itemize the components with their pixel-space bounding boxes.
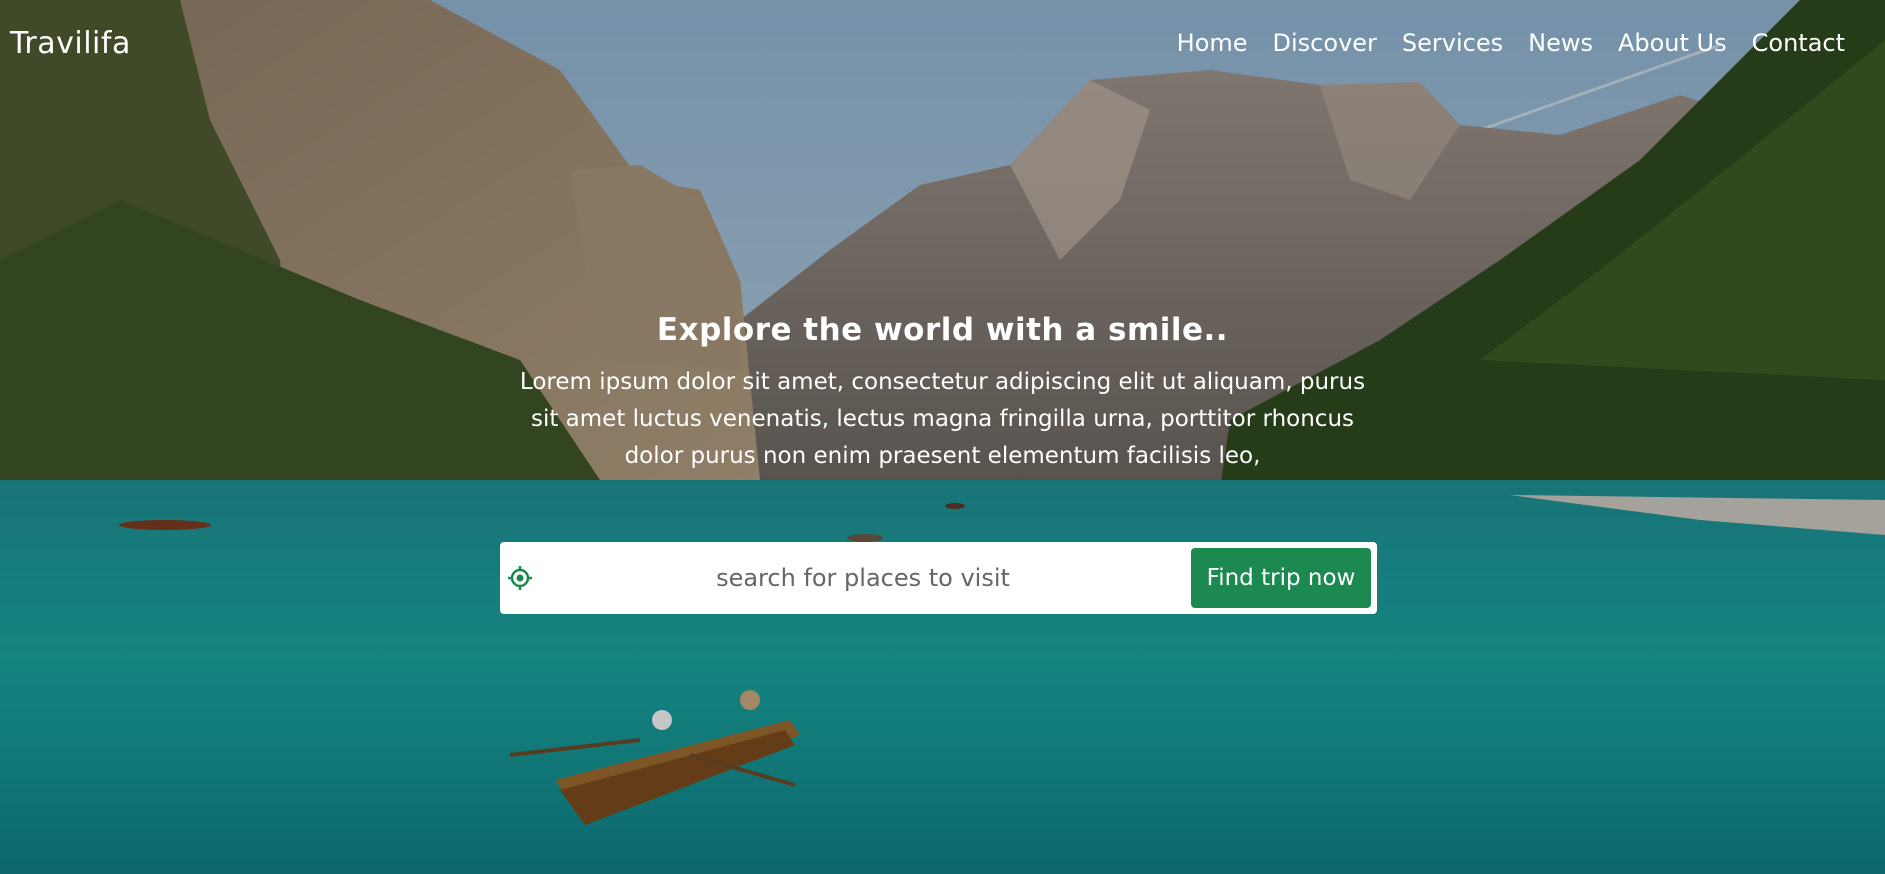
top-navbar: Travilifa Home Discover Services News Ab…	[0, 0, 1885, 86]
nav-services[interactable]: Services	[1402, 29, 1503, 57]
nav-news[interactable]: News	[1528, 29, 1593, 57]
trip-search-bar: Find trip now	[500, 542, 1377, 614]
hero-content: Explore the world with a smile.. Lorem i…	[0, 312, 1885, 475]
main-nav: Home Discover Services News About Us Con…	[1177, 29, 1875, 57]
find-trip-button[interactable]: Find trip now	[1191, 548, 1371, 608]
nav-contact[interactable]: Contact	[1752, 29, 1845, 57]
nav-home[interactable]: Home	[1177, 29, 1248, 57]
nav-discover[interactable]: Discover	[1273, 29, 1377, 57]
location-crosshair-icon[interactable]	[505, 563, 535, 593]
brand-logo[interactable]: Travilifa	[10, 26, 131, 61]
hero-title: Explore the world with a smile..	[656, 312, 1229, 348]
nav-about-us[interactable]: About Us	[1618, 29, 1727, 57]
hero-description: Lorem ipsum dolor sit amet, consectetur …	[519, 369, 1366, 469]
search-input[interactable]	[535, 542, 1191, 614]
